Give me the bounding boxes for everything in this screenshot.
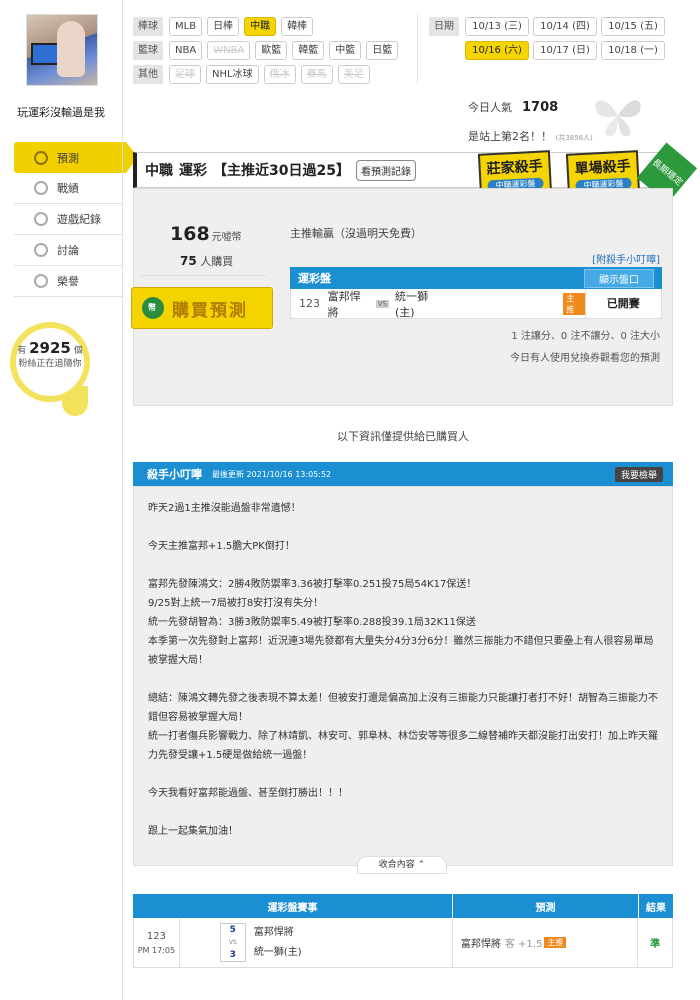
buyer-count: 75 人購買 — [180, 254, 234, 268]
user-sidebar: 玩運彩沒輸過是我 預測 戰績 遊戲紀錄 討論 榮譽 有 2925 個 粉絲正在追… — [0, 0, 138, 1000]
game-status: 已開賽 — [584, 288, 662, 319]
date-filter: 日期 10/13 (三) 10/14 (四) 10/15 (五) 10/16 (… — [429, 14, 669, 62]
date-row-1: 日期 10/13 (三) 10/14 (四) 10/15 (五) — [429, 14, 669, 38]
results-table: 運彩盤賽事 預測 結果 123 PM 17:05 5 VS 3 富邦悍將 統一獅(主) … — [133, 894, 673, 968]
nav-item-record[interactable]: 戰績 — [14, 173, 122, 204]
game-row: 123 富邦悍將 VS 統一獅(主) 主推 已開賽 — [290, 288, 662, 319]
price-divider — [140, 275, 266, 276]
results-header: 運彩盤賽事 預測 結果 — [133, 894, 673, 918]
collapse-button[interactable]: 收合內容 ⌃ — [357, 856, 447, 874]
date-1016[interactable]: 10/16 (六) — [465, 40, 529, 60]
main-pick-tag: 主推 — [563, 292, 585, 315]
results-row: 123 PM 17:05 5 VS 3 富邦悍將 統一獅(主) 富邦悍將客 +1.5 主推… — [133, 918, 673, 968]
helper-content: 昨天2過1主推沒能過盤非常遺憾！ 今天主推富邦+1.5膽大PK倒打！ 富邦先發陳… — [133, 486, 673, 866]
filter-mlb[interactable]: MLB — [169, 16, 203, 36]
filter-wnba: WNBA — [207, 40, 251, 60]
league-filter: 棒球 MLB 日棒 中職 韓棒 籃球 NBA WNBA 歐籃 韓籃 中籃 日籃 … — [133, 14, 417, 86]
filter-row-other: 其他 足球 NHL冰球 俄冰 賽馬 美足 — [133, 62, 417, 86]
buyers-only-notice: 以下資訊僅提供給已購買人 — [337, 430, 469, 443]
date-row-2: 10/16 (六) 10/17 (日) 10/18 (一) — [429, 38, 669, 62]
filter-khl: 俄冰 — [263, 64, 296, 84]
filter-nfl: 美足 — [337, 64, 370, 84]
price: 168 元噓幣 — [170, 223, 242, 245]
avatar[interactable] — [26, 14, 98, 86]
bet-stats: 1 注讓分、0 注不讓分、0 注大小 — [511, 331, 660, 342]
buy-prediction-button[interactable]: 幣購買預測 — [131, 287, 273, 329]
date-1018[interactable]: 10/18 (一) — [601, 40, 665, 60]
coin-icon: 幣 — [142, 297, 164, 319]
filter-nba[interactable]: NBA — [169, 40, 203, 60]
filter-divider — [417, 14, 418, 84]
filter-japan-basketball[interactable]: 日籃 — [366, 40, 399, 60]
helper-header: 殺手小叮嚀 最後更新 2021/10/16 13:05:52 我要檢舉 — [133, 462, 673, 486]
fans-counter: 有 2925 個 粉絲正在追隨你 — [10, 322, 90, 402]
circle-icon — [34, 212, 48, 226]
show-odds-button[interactable]: 顯示盤口 — [584, 268, 654, 288]
target-icon — [34, 150, 48, 165]
date-1013[interactable]: 10/13 (三) — [465, 16, 529, 36]
filter-soccer: 足球 — [169, 64, 201, 84]
prediction-panel: 168 元噓幣 75 人購買 幣購買預測 主推輸贏（沒過明天免費） [附殺手小叮嚀… — [131, 188, 673, 406]
score-box: 5 VS 3 — [219, 923, 246, 962]
nav-item-game-history[interactable]: 遊戲紀錄 — [14, 204, 122, 235]
filter-cpbl[interactable]: 中職 — [244, 16, 277, 36]
filter-korea-basketball[interactable]: 韓籃 — [292, 40, 325, 60]
nav-item-honor[interactable]: 榮譽 — [14, 266, 122, 297]
trophy-icon — [34, 181, 48, 195]
filter-row-basketball: 籃球 NBA WNBA 歐籃 韓籃 中籃 日籃 — [133, 38, 417, 62]
date-1014[interactable]: 10/14 (四) — [533, 16, 597, 36]
rank: 是站上第2名！！ (共3856人) — [468, 130, 593, 143]
medal-icon — [34, 274, 48, 288]
filter-euro-basketball[interactable]: 歐籃 — [255, 40, 288, 60]
main-content: 棒球 MLB 日棒 中職 韓棒 籃球 NBA WNBA 歐籃 韓籃 中籃 日籃 … — [122, 0, 700, 1000]
filter-china-basketball[interactable]: 中籃 — [329, 40, 362, 60]
nav-item-predict[interactable]: 預測 — [14, 142, 138, 173]
prediction-note: 主推輸贏（沒過明天免費） — [290, 227, 422, 240]
result-status: 準 — [650, 939, 661, 950]
helper-link[interactable]: [附殺手小叮嚀] — [592, 251, 660, 266]
game-table-header: 運彩盤 顯示盤口 — [290, 267, 662, 289]
nav-item-discussion[interactable]: 討論 — [14, 235, 122, 266]
game-table: 運彩盤 顯示盤口 123 富邦悍將 VS 統一獅(主) 主推 已開賽 — [290, 267, 662, 319]
filter-horse-racing: 賽馬 — [300, 64, 333, 84]
filter-row-baseball: 棒球 MLB 日棒 中職 韓棒 — [133, 14, 417, 38]
voucher-note: 今日有人使用兌換券觀看您的預測 — [510, 353, 660, 364]
popularity: 今日人氣 1708 — [468, 100, 559, 115]
sidebar-nav: 預測 戰績 遊戲紀錄 討論 榮譽 — [14, 142, 138, 297]
butterfly-icon — [595, 100, 641, 136]
date-1017[interactable]: 10/17 (日) — [533, 40, 597, 60]
report-button[interactable]: 我要檢舉 — [614, 466, 663, 482]
filter-kbo[interactable]: 韓棒 — [281, 16, 314, 36]
date-1015[interactable]: 10/15 (五) — [601, 16, 665, 36]
filter-npb[interactable]: 日棒 — [207, 16, 240, 36]
chat-icon — [34, 243, 48, 257]
view-record-button[interactable]: 看預測記錄 — [355, 159, 416, 181]
filter-nhl[interactable]: NHL冰球 — [206, 64, 259, 84]
username[interactable]: 玩運彩沒輸過是我 — [0, 104, 122, 120]
